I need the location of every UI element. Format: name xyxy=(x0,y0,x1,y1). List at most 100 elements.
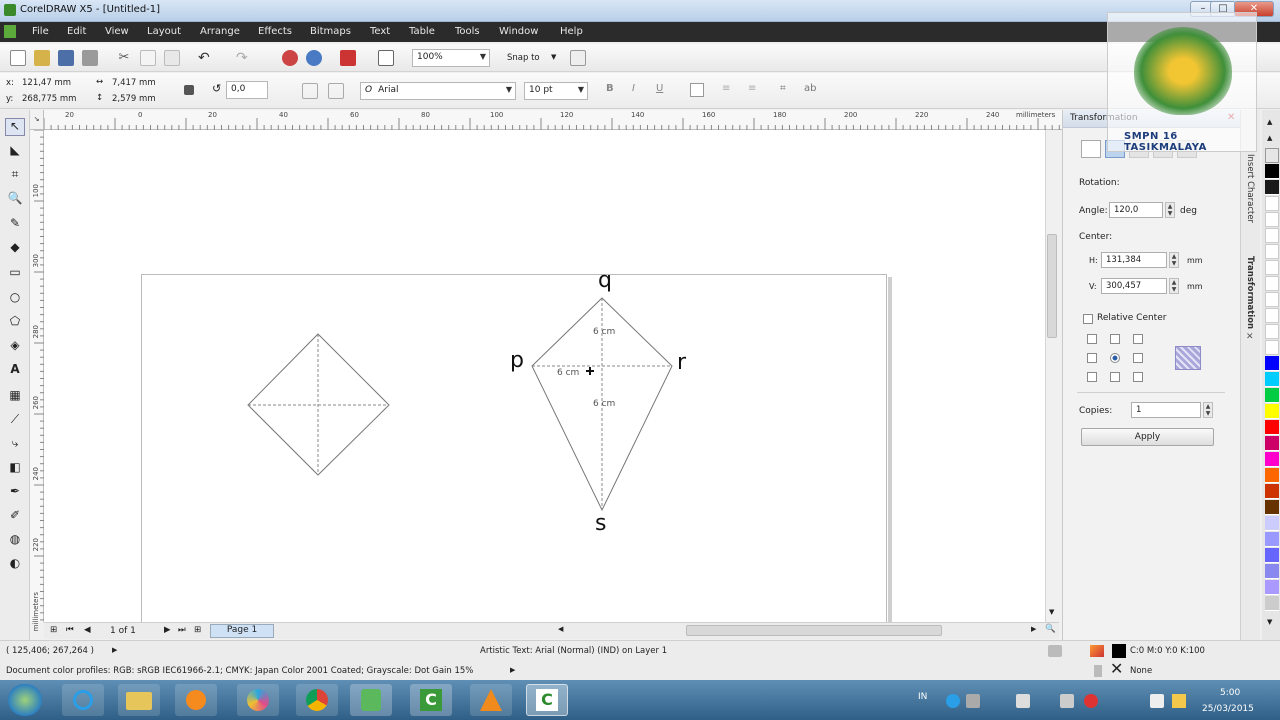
swatch-cyan[interactable] xyxy=(1265,372,1279,387)
font-list-combo[interactable]: O Arial ▼ xyxy=(360,82,516,100)
zoom-tool-icon[interactable]: 🔍 xyxy=(5,191,25,209)
width-value[interactable]: 7,417 mm xyxy=(112,78,156,88)
crop-tool-icon[interactable]: ⌗ xyxy=(5,167,25,185)
menu-file[interactable]: File xyxy=(32,26,49,37)
x-position-value[interactable]: 121,47 mm xyxy=(22,78,71,88)
options-icon[interactable] xyxy=(570,50,586,66)
swatch-white[interactable] xyxy=(1265,340,1279,355)
chevron-right-icon[interactable]: ▶ xyxy=(112,646,117,654)
chrome-icon[interactable] xyxy=(296,684,338,716)
font-size-combo[interactable]: 10 pt ▼ xyxy=(524,82,588,100)
swatch-brown[interactable] xyxy=(1265,500,1279,515)
menu-edit[interactable]: Edit xyxy=(67,26,86,37)
rhombus-shape[interactable] xyxy=(247,333,390,476)
swatch-gray[interactable] xyxy=(1265,596,1279,611)
dimension-tool-icon[interactable]: ⟋ xyxy=(5,412,25,430)
measurement-label-left[interactable]: 6 cm xyxy=(557,368,579,378)
application-launcher-icon[interactable] xyxy=(340,50,356,66)
scroll-left-icon[interactable]: ◀ xyxy=(558,625,563,633)
zoom-corner-icon[interactable]: 🔍 xyxy=(1045,624,1056,634)
green-app-icon[interactable] xyxy=(350,684,392,716)
swatch-white[interactable] xyxy=(1265,196,1279,211)
center-v-input[interactable]: 300,457 xyxy=(1101,278,1167,294)
shape-tool-icon[interactable]: ◣ xyxy=(5,143,25,161)
apply-button[interactable]: Apply xyxy=(1081,428,1214,446)
add-page-icon[interactable]: ⊞ xyxy=(50,625,57,635)
swatch-white[interactable] xyxy=(1265,308,1279,323)
color-proof-icon[interactable] xyxy=(1048,645,1062,657)
menu-window[interactable]: Window xyxy=(499,26,538,37)
menu-table[interactable]: Table xyxy=(409,26,435,37)
anchor-top-left[interactable] xyxy=(1087,334,1097,344)
swatch-black[interactable] xyxy=(1265,164,1279,179)
snap-to-dropdown[interactable]: Snap to xyxy=(507,53,540,63)
vlc-icon[interactable] xyxy=(470,684,512,716)
text-tool-icon[interactable]: A xyxy=(5,362,25,380)
angle-spinner[interactable]: ▲ ▼ xyxy=(1165,202,1175,218)
clock-time[interactable]: 5:00 xyxy=(1220,688,1240,698)
pick-tool-icon[interactable]: ↖ xyxy=(5,118,25,136)
start-button[interactable] xyxy=(8,684,42,716)
point-label-p[interactable]: p xyxy=(510,348,524,373)
bullet-list-icon[interactable]: ≡ xyxy=(722,83,736,97)
measurement-label-top[interactable]: 6 cm xyxy=(593,327,615,337)
point-label-r[interactable]: r xyxy=(677,350,686,375)
italic-icon[interactable]: I xyxy=(632,83,646,97)
swatch-yellow[interactable] xyxy=(1265,404,1279,419)
swatch-white[interactable] xyxy=(1265,212,1279,227)
tray-icon[interactable] xyxy=(1060,694,1074,708)
outline-pen-tool-icon[interactable]: ✐ xyxy=(5,508,25,526)
save-icon[interactable] xyxy=(58,50,74,66)
bold-icon[interactable]: B xyxy=(606,83,620,97)
anchor-bottom-left[interactable] xyxy=(1087,372,1097,382)
scroll-right-icon[interactable]: ▶ xyxy=(1031,625,1036,633)
anchor-grid[interactable] xyxy=(1087,334,1147,386)
swatch-lilac[interactable] xyxy=(1265,580,1279,595)
position-mode-icon[interactable] xyxy=(1081,140,1101,158)
new-document-icon[interactable] xyxy=(10,50,26,66)
swatch-orange[interactable] xyxy=(1265,468,1279,483)
copy-icon[interactable] xyxy=(140,50,156,66)
tab-insert-character[interactable]: Insert Character xyxy=(1245,154,1255,223)
warning-icon[interactable] xyxy=(1172,694,1186,708)
swatch-none[interactable] xyxy=(1265,148,1279,163)
anchor-bottom-right[interactable] xyxy=(1133,372,1143,382)
anchor-bottom-center[interactable] xyxy=(1110,372,1120,382)
screen-recorder-icon[interactable] xyxy=(237,684,279,716)
swatch-red[interactable] xyxy=(1265,420,1279,435)
tray-icon[interactable] xyxy=(1084,694,1098,708)
menu-bitmaps[interactable]: Bitmaps xyxy=(310,26,351,37)
no-outline-icon[interactable]: ✕ xyxy=(1110,661,1123,677)
relative-center-checkbox[interactable] xyxy=(1083,314,1093,324)
clock-date[interactable]: 25/03/2015 xyxy=(1202,704,1254,714)
blend-tool-icon[interactable]: ◧ xyxy=(5,460,25,478)
menu-effects[interactable]: Effects xyxy=(258,26,292,37)
polygon-tool-icon[interactable]: ⬠ xyxy=(5,314,25,332)
undo-icon[interactable]: ↶ xyxy=(198,50,214,66)
redo-icon[interactable]: ↷ xyxy=(236,50,252,66)
vertical-scrollbar[interactable]: ▼ xyxy=(1045,130,1059,622)
media-player-icon[interactable] xyxy=(175,684,217,716)
tray-icon[interactable] xyxy=(1016,694,1030,708)
cut-icon[interactable]: ✂ xyxy=(116,50,132,66)
swatch-white[interactable] xyxy=(1265,228,1279,243)
tray-icon[interactable] xyxy=(946,694,960,708)
point-label-q[interactable]: q xyxy=(598,268,612,293)
rectangle-tool-icon[interactable]: ▭ xyxy=(5,265,25,283)
menu-layout[interactable]: Layout xyxy=(147,26,181,37)
swatch-blue[interactable] xyxy=(1265,356,1279,371)
swatch-white[interactable] xyxy=(1265,276,1279,291)
vertical-scroll-thumb[interactable] xyxy=(1047,234,1057,338)
height-value[interactable]: 2,579 mm xyxy=(112,94,156,104)
palette-scroll-up-icon[interactable]: ▲ xyxy=(1267,134,1272,142)
interactive-fill-tool-icon[interactable]: ◐ xyxy=(5,556,25,574)
anchor-top-right[interactable] xyxy=(1133,334,1143,344)
underline-icon[interactable]: U xyxy=(656,83,670,97)
freehand-tool-icon[interactable]: ✎ xyxy=(5,216,25,234)
copies-spinner[interactable]: ▲ ▼ xyxy=(1203,402,1213,418)
add-page-after-icon[interactable]: ⊞ xyxy=(194,625,201,635)
next-page-icon[interactable]: ▶ xyxy=(164,625,171,635)
palette-scroll-down-icon[interactable]: ▼ xyxy=(1267,618,1272,626)
drawing-shapes[interactable] xyxy=(44,130,1045,622)
basic-shapes-tool-icon[interactable]: ◈ xyxy=(5,338,25,356)
